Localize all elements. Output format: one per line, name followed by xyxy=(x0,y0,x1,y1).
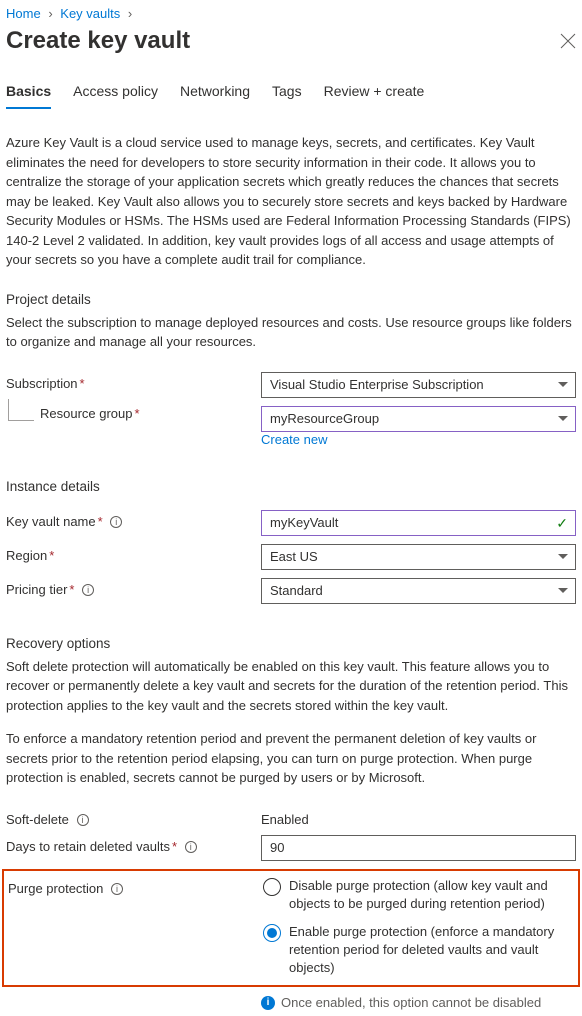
subscription-label: Subscription* xyxy=(6,372,261,391)
info-icon[interactable]: i xyxy=(77,814,89,826)
create-new-link[interactable]: Create new xyxy=(261,432,327,447)
purge-protection-radio-group: Disable purge protection (allow key vaul… xyxy=(263,877,574,978)
page-title: Create key vault xyxy=(6,27,190,55)
subscription-select[interactable]: Visual Studio Enterprise Subscription xyxy=(261,372,576,398)
tab-review-create[interactable]: Review + create xyxy=(324,83,425,109)
tabs: Basics Access policy Networking Tags Rev… xyxy=(6,83,576,109)
tab-tags[interactable]: Tags xyxy=(272,83,302,109)
recovery-options-heading: Recovery options xyxy=(6,636,576,651)
recovery-desc-2: To enforce a mandatory retention period … xyxy=(6,729,576,788)
tab-networking[interactable]: Networking xyxy=(180,83,250,109)
breadcrumb: Home › Key vaults › xyxy=(6,6,576,21)
keyvault-name-input[interactable] xyxy=(261,510,576,536)
radio-icon xyxy=(263,878,281,896)
pricing-tier-label: Pricing tier* i xyxy=(6,578,261,597)
chevron-right-icon: › xyxy=(128,6,132,21)
resource-group-label: Resource group* xyxy=(6,406,261,421)
intro-text: Azure Key Vault is a cloud service used … xyxy=(6,133,576,270)
purge-protection-highlight: Purge protection i Disable purge protect… xyxy=(2,869,580,988)
purge-info-text: Once enabled, this option cannot be disa… xyxy=(281,995,541,1010)
purge-enable-radio[interactable]: Enable purge protection (enforce a manda… xyxy=(263,923,574,978)
retention-days-input[interactable] xyxy=(261,835,576,861)
info-icon: i xyxy=(261,996,275,1010)
recovery-desc-1: Soft delete protection will automaticall… xyxy=(6,657,576,716)
purge-disable-radio[interactable]: Disable purge protection (allow key vaul… xyxy=(263,877,574,913)
info-icon[interactable]: i xyxy=(111,883,123,895)
chevron-right-icon: › xyxy=(48,6,52,21)
purge-enable-label: Enable purge protection (enforce a manda… xyxy=(289,923,574,978)
info-icon[interactable]: i xyxy=(185,841,197,853)
soft-delete-label: Soft-delete i xyxy=(6,808,261,827)
tab-access-policy[interactable]: Access policy xyxy=(73,83,158,109)
info-icon[interactable]: i xyxy=(110,516,122,528)
resource-group-select[interactable]: myResourceGroup xyxy=(261,406,576,432)
radio-icon xyxy=(263,924,281,942)
close-icon[interactable] xyxy=(560,33,576,49)
pricing-tier-select[interactable]: Standard xyxy=(261,578,576,604)
purge-info-banner: i Once enabled, this option cannot be di… xyxy=(261,995,576,1010)
check-icon: ✓ xyxy=(556,515,568,532)
region-label: Region* xyxy=(6,544,261,563)
purge-protection-label: Purge protection i xyxy=(8,877,263,896)
purge-disable-label: Disable purge protection (allow key vaul… xyxy=(289,877,574,913)
tab-basics[interactable]: Basics xyxy=(6,83,51,109)
project-details-heading: Project details xyxy=(6,292,576,307)
retention-days-label: Days to retain deleted vaults* i xyxy=(6,835,261,854)
soft-delete-value: Enabled xyxy=(261,808,576,827)
instance-details-heading: Instance details xyxy=(6,479,576,494)
keyvault-name-label: Key vault name* i xyxy=(6,510,261,529)
breadcrumb-keyvaults[interactable]: Key vaults xyxy=(60,6,120,21)
info-icon[interactable]: i xyxy=(82,584,94,596)
breadcrumb-home[interactable]: Home xyxy=(6,6,41,21)
project-details-desc: Select the subscription to manage deploy… xyxy=(6,313,576,352)
region-select[interactable]: East US xyxy=(261,544,576,570)
